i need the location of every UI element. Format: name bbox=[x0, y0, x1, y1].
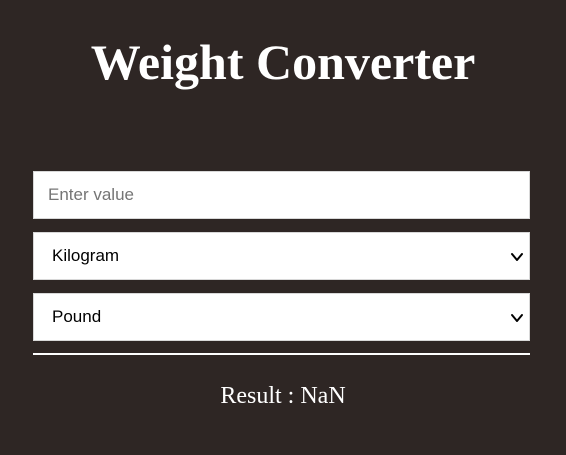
to-unit-selected-value: Pound bbox=[52, 307, 102, 326]
divider bbox=[33, 353, 530, 355]
chevron-down-icon bbox=[511, 253, 523, 261]
value-input[interactable]: Enter value bbox=[33, 171, 530, 219]
value-input-placeholder: Enter value bbox=[48, 185, 134, 204]
chevron-down-icon bbox=[511, 314, 523, 322]
to-unit-select[interactable]: Pound bbox=[33, 293, 530, 341]
from-unit-select[interactable]: Kilogram bbox=[33, 232, 530, 280]
page-title: Weight Converter bbox=[90, 34, 476, 90]
from-unit-selected-value: Kilogram bbox=[52, 246, 120, 265]
result-text: Result : NaN bbox=[220, 383, 346, 409]
